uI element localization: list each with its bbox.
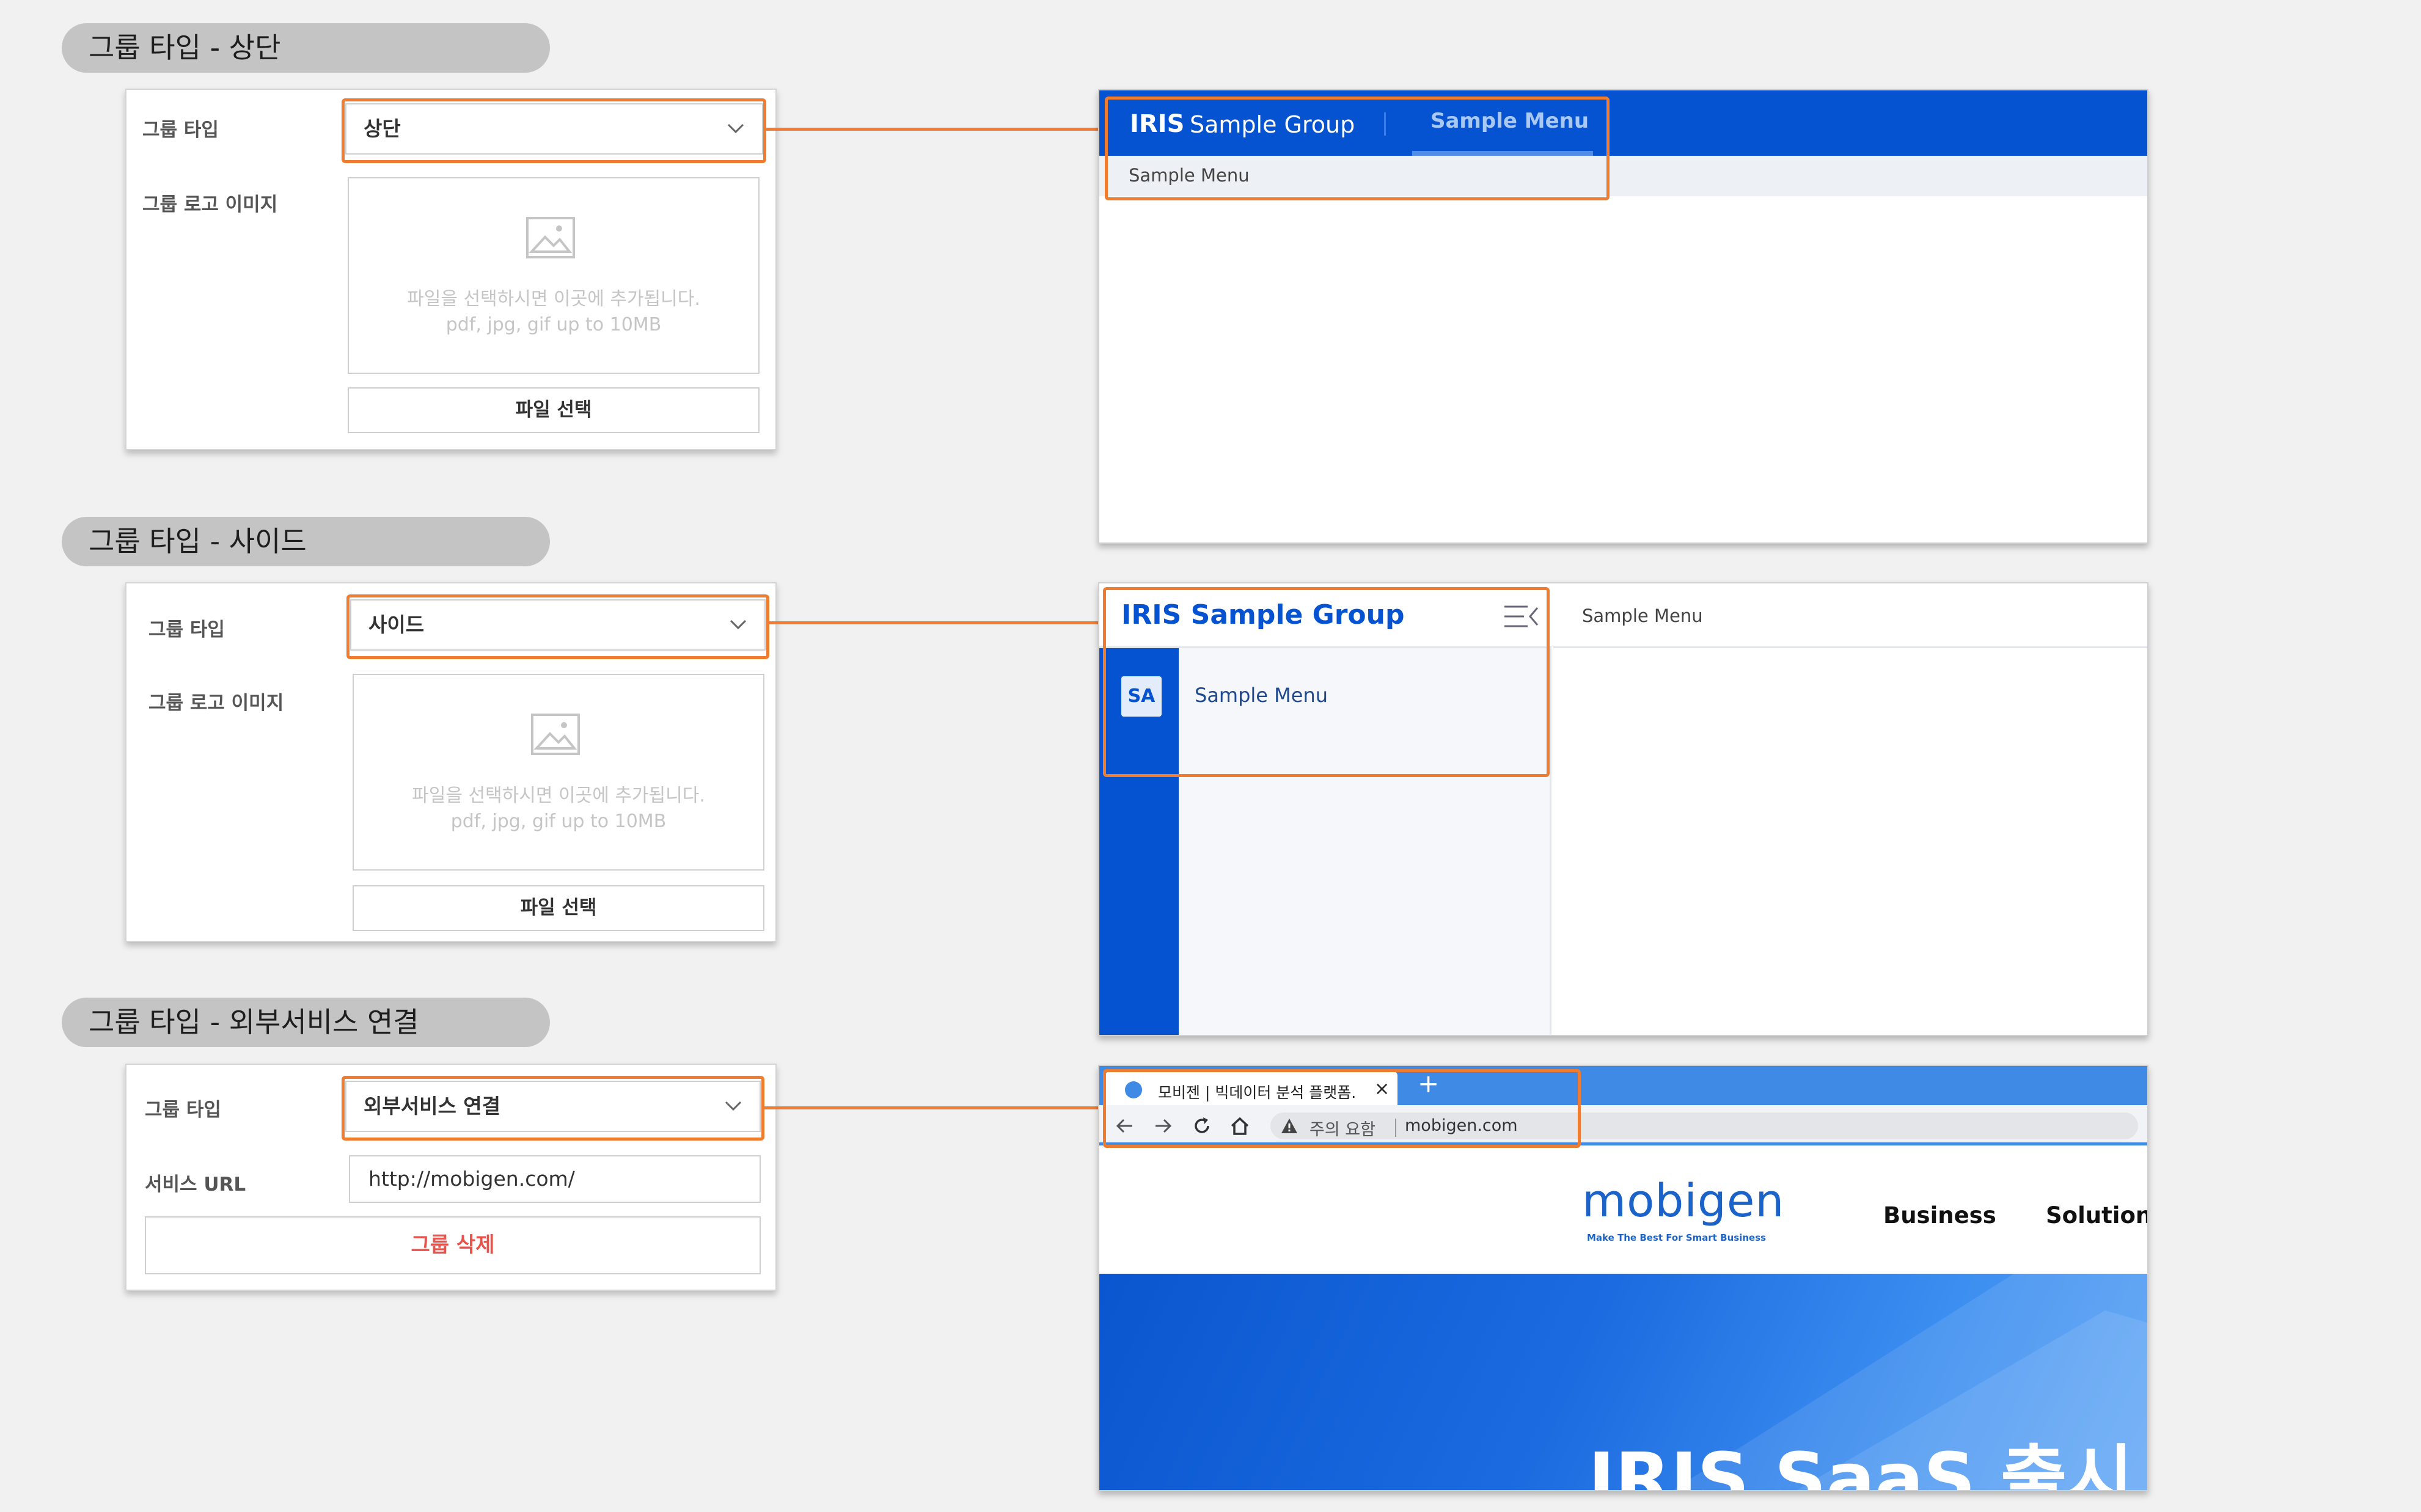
- service-url-input[interactable]: http://mobigen.com/: [349, 1155, 761, 1203]
- connector-line: [768, 621, 1101, 624]
- preview-top-layout: IRIS Sample Group Sample Menu Sample Men…: [1098, 89, 2148, 544]
- dropzone-hint: 파일을 선택하시면 이곳에 추가됩니다.: [412, 785, 705, 806]
- group-settings-card-side: 그룹 타입 사이드 그룹 로고 이미지 파일을 선택하시면 이곳에 추가됩니다.…: [125, 582, 777, 942]
- highlight-box: [342, 98, 766, 163]
- image-icon: [526, 217, 575, 258]
- site-logo[interactable]: mobigen: [1582, 1175, 1784, 1227]
- hero-title: IRIS SaaS 출시: [1588, 1437, 2134, 1491]
- preview-side-layout: IRIS Sample Group SA Sample Menu Sample …: [1098, 582, 2148, 1036]
- file-select-button[interactable]: 파일 선택: [353, 885, 764, 931]
- logo-dropzone[interactable]: 파일을 선택하시면 이곳에 추가됩니다. pdf, jpg, gif up to…: [348, 177, 760, 374]
- logo-dropzone[interactable]: 파일을 선택하시면 이곳에 추가됩니다. pdf, jpg, gif up to…: [353, 674, 764, 871]
- section-title-top: 그룹 타입 - 상단: [62, 23, 550, 73]
- hero-banner: IRIS SaaS 출시: [1099, 1274, 2147, 1491]
- highlight-box: [1103, 587, 1550, 777]
- group-type-label: 그룹 타입: [142, 119, 219, 141]
- group-type-label: 그룹 타입: [145, 1099, 221, 1121]
- group-settings-card-external: 그룹 타입 외부서비스 연결 서비스 URL http://mobigen.co…: [125, 1064, 777, 1291]
- dropzone-formats: pdf, jpg, gif up to 10MB: [450, 811, 667, 832]
- preview-external-service: 모비젠 | 빅데이터 분석 플랫폼. × + 주의 요함 mobigen.com…: [1098, 1065, 2148, 1491]
- site-logo-tagline: Make The Best For Smart Business: [1587, 1232, 1767, 1243]
- connector-line: [765, 128, 1101, 131]
- file-select-button[interactable]: 파일 선택: [348, 387, 760, 433]
- content-header-title: Sample Menu: [1582, 605, 1703, 626]
- section-title-side: 그룹 타입 - 사이드: [62, 517, 550, 566]
- dropzone-hint: 파일을 선택하시면 이곳에 추가됩니다.: [407, 288, 700, 310]
- section-title-external: 그룹 타입 - 외부서비스 연결: [62, 998, 550, 1047]
- group-type-label: 그룹 타입: [148, 619, 225, 641]
- site-nav-solutions[interactable]: Solutions: [2046, 1202, 2147, 1229]
- highlight-box: [1105, 97, 1610, 200]
- highlight-box: [346, 594, 769, 659]
- dropzone-formats: pdf, jpg, gif up to 10MB: [445, 314, 662, 335]
- group-logo-label: 그룹 로고 이미지: [148, 692, 284, 714]
- group-logo-label: 그룹 로고 이미지: [142, 194, 278, 216]
- site-nav-business[interactable]: Business: [1883, 1202, 1996, 1229]
- delete-group-button[interactable]: 그룹 삭제: [145, 1216, 761, 1274]
- image-icon: [531, 714, 580, 755]
- highlight-box: [1103, 1069, 1581, 1148]
- connector-line: [763, 1106, 1101, 1109]
- highlight-box: [342, 1076, 764, 1141]
- service-url-label: 서비스 URL: [145, 1174, 246, 1196]
- group-settings-card-top: 그룹 타입 상단 그룹 로고 이미지 파일을 선택하시면 이곳에 추가됩니다. …: [125, 89, 777, 450]
